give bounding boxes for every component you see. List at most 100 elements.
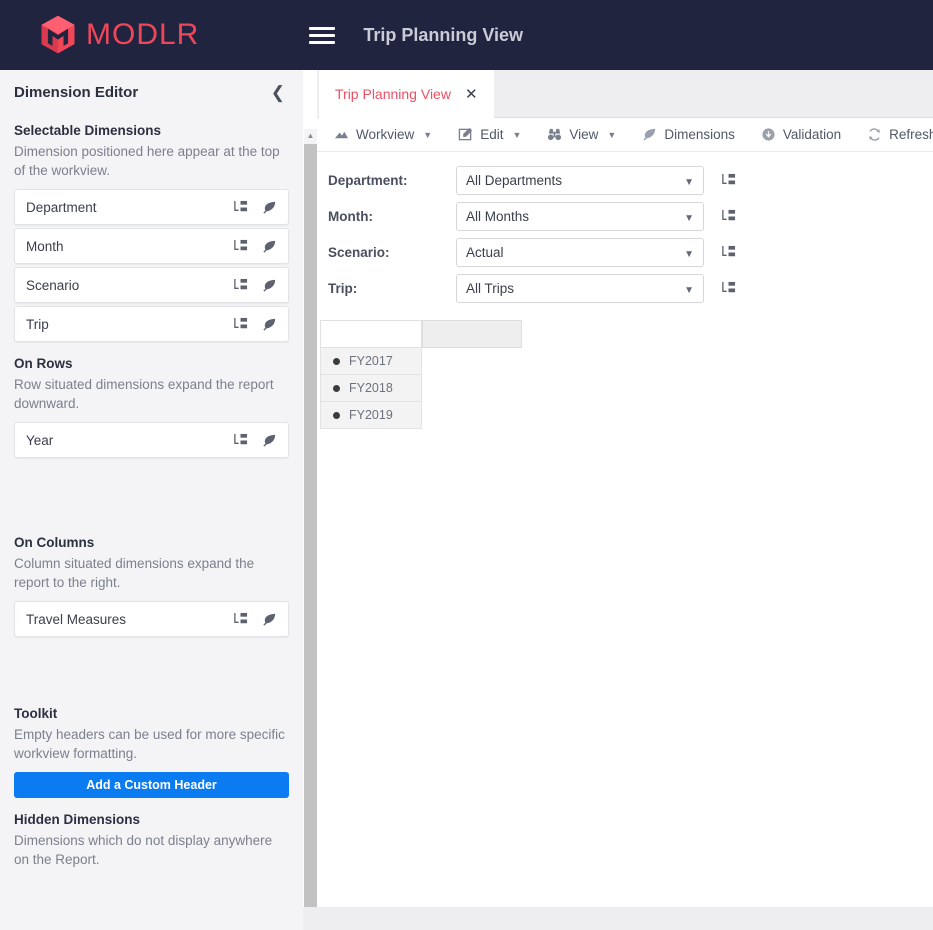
- toolbar-item-edit[interactable]: Edit ▼: [458, 127, 521, 142]
- main-panel: Trip Planning View ✕ Workview ▼ Edit ▼: [317, 70, 933, 930]
- section-heading-on-rows: On Rows: [14, 356, 289, 371]
- filter-select-wrapper: ▼: [456, 274, 704, 303]
- chevron-down-icon: ▼: [512, 130, 521, 140]
- sidebar-footer: [0, 907, 303, 930]
- hierarchy-icon[interactable]: [233, 278, 248, 293]
- add-custom-header-button[interactable]: Add a Custom Header: [14, 772, 289, 798]
- sidebar-scrollbar[interactable]: ▲: [304, 129, 317, 930]
- section-heading-selectable-dimensions: Selectable Dimensions: [14, 123, 289, 138]
- table-row[interactable]: FY2019: [320, 402, 422, 429]
- filter-label: Department:: [328, 173, 456, 188]
- close-icon[interactable]: ✕: [465, 87, 478, 102]
- dimension-chip-month[interactable]: Month: [14, 228, 289, 264]
- refresh-icon: [867, 127, 882, 142]
- section-desc-toolkit: Empty headers can be used for more speci…: [14, 725, 289, 763]
- hamburger-icon[interactable]: [309, 23, 335, 48]
- sidebar-title: Dimension Editor: [14, 84, 138, 101]
- grid-column-header[interactable]: [422, 320, 522, 348]
- leaf-icon[interactable]: [262, 317, 277, 332]
- row-bullet-icon: [333, 412, 340, 419]
- hierarchy-icon[interactable]: [233, 433, 248, 448]
- filter-select-wrapper: ▼: [456, 202, 704, 231]
- dimension-chip-year[interactable]: Year: [14, 422, 289, 458]
- month-select[interactable]: [456, 202, 704, 231]
- scroll-up-arrow-icon[interactable]: ▲: [304, 129, 317, 142]
- view-toolbar: Workview ▼ Edit ▼ View ▼: [317, 118, 933, 152]
- chevron-down-icon: ▼: [423, 130, 432, 140]
- arrow-down-circle-icon: [761, 127, 776, 142]
- modlr-cube-icon: [36, 13, 80, 57]
- dimension-label: Scenario: [26, 278, 219, 293]
- top-navigation-bar: MODLR Trip Planning View: [0, 0, 933, 70]
- filter-row-month: Month: ▼: [328, 202, 933, 231]
- toolbar-item-label: Dimensions: [664, 127, 735, 142]
- brand-logo[interactable]: MODLR: [36, 13, 199, 57]
- dimension-label: Trip: [26, 317, 219, 332]
- filter-label: Month:: [328, 209, 456, 224]
- section-desc-on-columns: Column situated dimensions expand the re…: [14, 554, 289, 592]
- scenario-select[interactable]: [456, 238, 704, 267]
- toolbar-item-validation[interactable]: Validation: [761, 127, 841, 142]
- section-desc-on-rows: Row situated dimensions expand the repor…: [14, 375, 289, 413]
- scrollbar-thumb[interactable]: [304, 144, 317, 930]
- filter-row-department: Department: ▼: [328, 166, 933, 195]
- trip-select[interactable]: [456, 274, 704, 303]
- hierarchy-icon[interactable]: [721, 281, 736, 296]
- sidebar-sections: Selectable Dimensions Dimension position…: [0, 123, 303, 869]
- tab-trip-planning-view[interactable]: Trip Planning View ✕: [319, 70, 494, 118]
- dimension-chip-trip[interactable]: Trip: [14, 306, 289, 342]
- section-heading-toolkit: Toolkit: [14, 706, 289, 721]
- grid-header-row: [320, 320, 933, 348]
- dimension-chip-travel-measures[interactable]: Travel Measures: [14, 601, 289, 637]
- hierarchy-icon[interactable]: [233, 200, 248, 215]
- filter-label: Trip:: [328, 281, 456, 296]
- leaf-icon[interactable]: [262, 278, 277, 293]
- toolbar-item-label: View: [569, 127, 598, 142]
- hierarchy-icon[interactable]: [721, 173, 736, 188]
- filter-row-trip: Trip: ▼: [328, 274, 933, 303]
- section-heading-hidden-dimensions: Hidden Dimensions: [14, 812, 289, 827]
- department-select[interactable]: [456, 166, 704, 195]
- leaf-icon[interactable]: [262, 200, 277, 215]
- rows-drop-area: [14, 461, 289, 521]
- tab-label: Trip Planning View: [335, 86, 451, 102]
- pencil-square-icon: [458, 127, 473, 142]
- hierarchy-icon[interactable]: [233, 239, 248, 254]
- dimension-label: Month: [26, 239, 219, 254]
- leaf-icon[interactable]: [262, 612, 277, 627]
- row-bullet-icon: [333, 358, 340, 365]
- toolbar-item-label: Refresh: [889, 127, 933, 142]
- toolbar-item-dimensions[interactable]: Dimensions: [642, 127, 735, 142]
- filter-panel: Department: ▼ Month: ▼: [317, 152, 933, 303]
- toolbar-item-view[interactable]: View ▼: [547, 127, 616, 142]
- table-row[interactable]: FY2017: [320, 348, 422, 375]
- tab-bar: Trip Planning View ✕: [317, 70, 933, 118]
- page-title: Trip Planning View: [363, 25, 523, 46]
- leaf-icon[interactable]: [262, 433, 277, 448]
- columns-drop-area: [14, 640, 289, 692]
- dimension-chip-scenario[interactable]: Scenario: [14, 267, 289, 303]
- section-heading-on-columns: On Columns: [14, 535, 289, 550]
- section-desc-selectable-dimensions: Dimension positioned here appear at the …: [14, 142, 289, 180]
- table-row[interactable]: FY2018: [320, 375, 422, 402]
- leaf-icon: [642, 127, 657, 142]
- row-bullet-icon: [333, 385, 340, 392]
- toolbar-item-refresh[interactable]: Refresh: [867, 127, 933, 142]
- dimension-label: Department: [26, 200, 219, 215]
- filter-select-wrapper: ▼: [456, 166, 704, 195]
- brand-name: MODLR: [86, 18, 199, 52]
- filter-select-wrapper: ▼: [456, 238, 704, 267]
- hierarchy-icon[interactable]: [233, 317, 248, 332]
- hierarchy-icon[interactable]: [233, 612, 248, 627]
- binoculars-icon: [547, 127, 562, 142]
- chevron-left-icon[interactable]: ❮: [267, 84, 289, 101]
- dimension-chip-department[interactable]: Department: [14, 189, 289, 225]
- hierarchy-icon[interactable]: [721, 245, 736, 260]
- toolbar-item-label: Edit: [480, 127, 503, 142]
- grid-corner-cell[interactable]: [320, 320, 422, 348]
- toolbar-item-workview[interactable]: Workview ▼: [334, 127, 432, 142]
- filter-label: Scenario:: [328, 245, 456, 260]
- chevron-down-icon: ▼: [607, 130, 616, 140]
- leaf-icon[interactable]: [262, 239, 277, 254]
- hierarchy-icon[interactable]: [721, 209, 736, 224]
